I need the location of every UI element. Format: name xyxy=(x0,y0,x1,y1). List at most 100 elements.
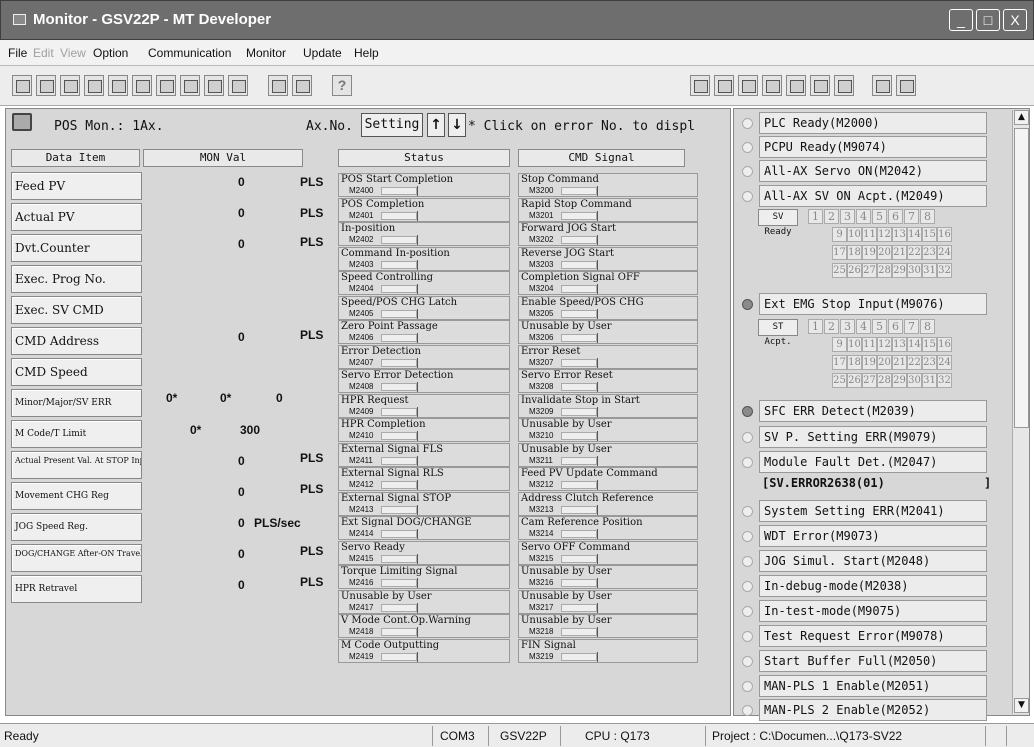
cmd-signal[interactable]: Feed PV Update Command M3212 xyxy=(518,467,698,491)
status-signal[interactable]: POS Completion M2401 xyxy=(338,197,510,222)
system-signal[interactable]: Module Fault Det.(M2047) xyxy=(759,451,987,473)
system-signal[interactable]: PCPU Ready(M9074) xyxy=(759,136,987,158)
tool-icon[interactable] xyxy=(872,75,892,96)
cmd-signal[interactable]: Servo OFF Command M3215 xyxy=(518,540,698,565)
tool-icon[interactable] xyxy=(156,75,176,96)
menu-monitor[interactable]: Monitor xyxy=(246,46,286,60)
tool-icon[interactable] xyxy=(834,75,854,96)
signal-indicator xyxy=(561,309,597,318)
cmd-signal[interactable]: Unusable by User M3217 xyxy=(518,589,698,614)
cmd-signal[interactable]: Error Reset M3207 xyxy=(518,344,698,369)
menu-file[interactable]: File xyxy=(8,46,27,60)
status-signal[interactable]: Unusable by User M2417 xyxy=(338,589,510,614)
status-signal[interactable]: Error Detection M2407 xyxy=(338,344,510,369)
scroll-up-icon[interactable]: ▲ xyxy=(1014,110,1029,125)
tool-icon[interactable] xyxy=(132,75,152,96)
status-signal[interactable]: V Mode Cont.Op.Warning M2418 xyxy=(338,614,510,638)
status-signal[interactable]: Servo Ready M2415 xyxy=(338,540,510,565)
tool-icon[interactable] xyxy=(204,75,224,96)
scroll-down-icon[interactable]: ▼ xyxy=(1014,698,1029,713)
cmd-signal[interactable]: Forward JOG Start M3202 xyxy=(518,222,698,246)
tool-icon[interactable] xyxy=(108,75,128,96)
system-signal[interactable]: SFC ERR Detect(M2039) xyxy=(759,400,987,422)
tool-icon[interactable] xyxy=(36,75,56,96)
system-signal[interactable]: Start Buffer Full(M2050) xyxy=(759,650,987,672)
status-signal[interactable]: Torque Limiting Signal M2416 xyxy=(338,565,510,589)
status-signal[interactable]: HPR Completion M2410 xyxy=(338,418,510,442)
status-signal[interactable]: Speed/POS CHG Latch M2405 xyxy=(338,295,510,320)
status-signal[interactable]: Speed Controlling M2404 xyxy=(338,271,510,295)
menu-help[interactable]: Help xyxy=(354,46,379,60)
cmd-signal[interactable]: Completion Signal OFF M3204 xyxy=(518,271,698,295)
cmd-signal[interactable]: Enable Speed/POS CHG M3205 xyxy=(518,295,698,320)
status-signal[interactable]: POS Start Completion M2400 xyxy=(338,173,510,197)
status-signal[interactable]: M Code Outputting M2419 xyxy=(338,638,510,663)
signal-device: M3201 xyxy=(529,210,554,220)
menu-option[interactable]: Option xyxy=(93,46,128,60)
system-signal[interactable]: In-debug-mode(M2038) xyxy=(759,575,987,597)
status-signal[interactable]: Zero Point Passage M2406 xyxy=(338,320,510,344)
cmd-signal[interactable]: Unusable by User M3206 xyxy=(518,320,698,344)
help-icon[interactable]: ? xyxy=(332,75,352,96)
system-signal[interactable]: Test Request Error(M9078) xyxy=(759,625,987,647)
maximize-button[interactable]: □ xyxy=(976,9,1000,31)
menu-view[interactable]: View xyxy=(60,46,86,60)
status-signal[interactable]: In-position M2402 xyxy=(338,222,510,246)
minimize-button[interactable]: _ xyxy=(949,9,973,31)
cmd-signal[interactable]: Rapid Stop Command M3201 xyxy=(518,197,698,222)
status-signal[interactable]: Command In-position M2403 xyxy=(338,246,510,271)
menu-communication[interactable]: Communication xyxy=(148,46,231,60)
cmd-signal[interactable]: Unusable by User M3216 xyxy=(518,565,698,589)
system-signal[interactable]: System Setting ERR(M2041) xyxy=(759,500,987,522)
system-signal[interactable]: PLC Ready(M2000) xyxy=(759,112,987,134)
cmd-signal[interactable]: Reverse JOG Start M3203 xyxy=(518,246,698,271)
cmd-signal[interactable]: Address Clutch Reference M3213 xyxy=(518,491,698,516)
tool-icon[interactable] xyxy=(180,75,200,96)
system-signal[interactable]: SV P. Setting ERR(M9079) xyxy=(759,426,987,448)
cmd-signal[interactable]: Stop Command M3200 xyxy=(518,173,698,197)
data-item: Actual PV xyxy=(11,203,142,231)
system-signal[interactable]: All-AX Servo ON(M2042) xyxy=(759,160,987,182)
tool-icon[interactable] xyxy=(12,75,32,96)
system-signal[interactable]: All-AX SV ON Acpt.(M2049) xyxy=(759,185,987,207)
system-signal[interactable]: MAN-PLS 2 Enable(M2052) xyxy=(759,699,987,721)
status-signal[interactable]: External Signal RLS M2412 xyxy=(338,467,510,491)
system-signal[interactable]: JOG Simul. Start(M2048) xyxy=(759,550,987,572)
status-signal[interactable]: Servo Error Detection M2408 xyxy=(338,369,510,393)
setting-button[interactable]: Setting xyxy=(361,113,423,137)
cmd-signal[interactable]: Unusable by User M3218 xyxy=(518,614,698,638)
menu-edit[interactable]: Edit xyxy=(33,46,54,60)
tool-icon[interactable] xyxy=(810,75,830,96)
close-button[interactable]: X xyxy=(1003,9,1027,31)
tool-icon[interactable] xyxy=(714,75,734,96)
menu-update[interactable]: Update xyxy=(303,46,342,60)
system-signal[interactable]: MAN-PLS 1 Enable(M2051) xyxy=(759,675,987,697)
cmd-signal[interactable]: Unusable by User M3211 xyxy=(518,442,698,467)
tool-icon[interactable] xyxy=(762,75,782,96)
status-signal[interactable]: HPR Request M2409 xyxy=(338,393,510,418)
system-signal[interactable]: WDT Error(M9073) xyxy=(759,525,987,547)
tool-icon[interactable] xyxy=(690,75,710,96)
cmd-signal[interactable]: Unusable by User M3210 xyxy=(518,418,698,442)
system-signal[interactable]: Ext EMG Stop Input(M9076) xyxy=(759,293,987,315)
axis-down-button[interactable]: ↓ xyxy=(448,113,466,137)
tool-icon[interactable] xyxy=(268,75,288,96)
cmd-signal[interactable]: Cam Reference Position M3214 xyxy=(518,516,698,540)
vertical-scrollbar[interactable]: ▲ ▼ xyxy=(1012,110,1029,714)
cmd-signal[interactable]: FIN Signal M3219 xyxy=(518,638,698,663)
status-signal[interactable]: Ext Signal DOG/CHANGE M2414 xyxy=(338,516,510,540)
axis-up-button[interactable]: ↑ xyxy=(427,113,445,137)
cmd-signal[interactable]: Invalidate Stop in Start M3209 xyxy=(518,393,698,418)
tool-icon[interactable] xyxy=(84,75,104,96)
tool-icon[interactable] xyxy=(228,75,248,96)
cmd-signal[interactable]: Servo Error Reset M3208 xyxy=(518,369,698,393)
tool-icon[interactable] xyxy=(896,75,916,96)
tool-icon[interactable] xyxy=(786,75,806,96)
tool-icon[interactable] xyxy=(292,75,312,96)
status-signal[interactable]: External Signal FLS M2411 xyxy=(338,442,510,467)
system-signal[interactable]: In-test-mode(M9075) xyxy=(759,600,987,622)
tool-icon[interactable] xyxy=(60,75,80,96)
status-signal[interactable]: External Signal STOP M2413 xyxy=(338,491,510,516)
scroll-thumb[interactable] xyxy=(1014,128,1029,428)
tool-icon[interactable] xyxy=(738,75,758,96)
